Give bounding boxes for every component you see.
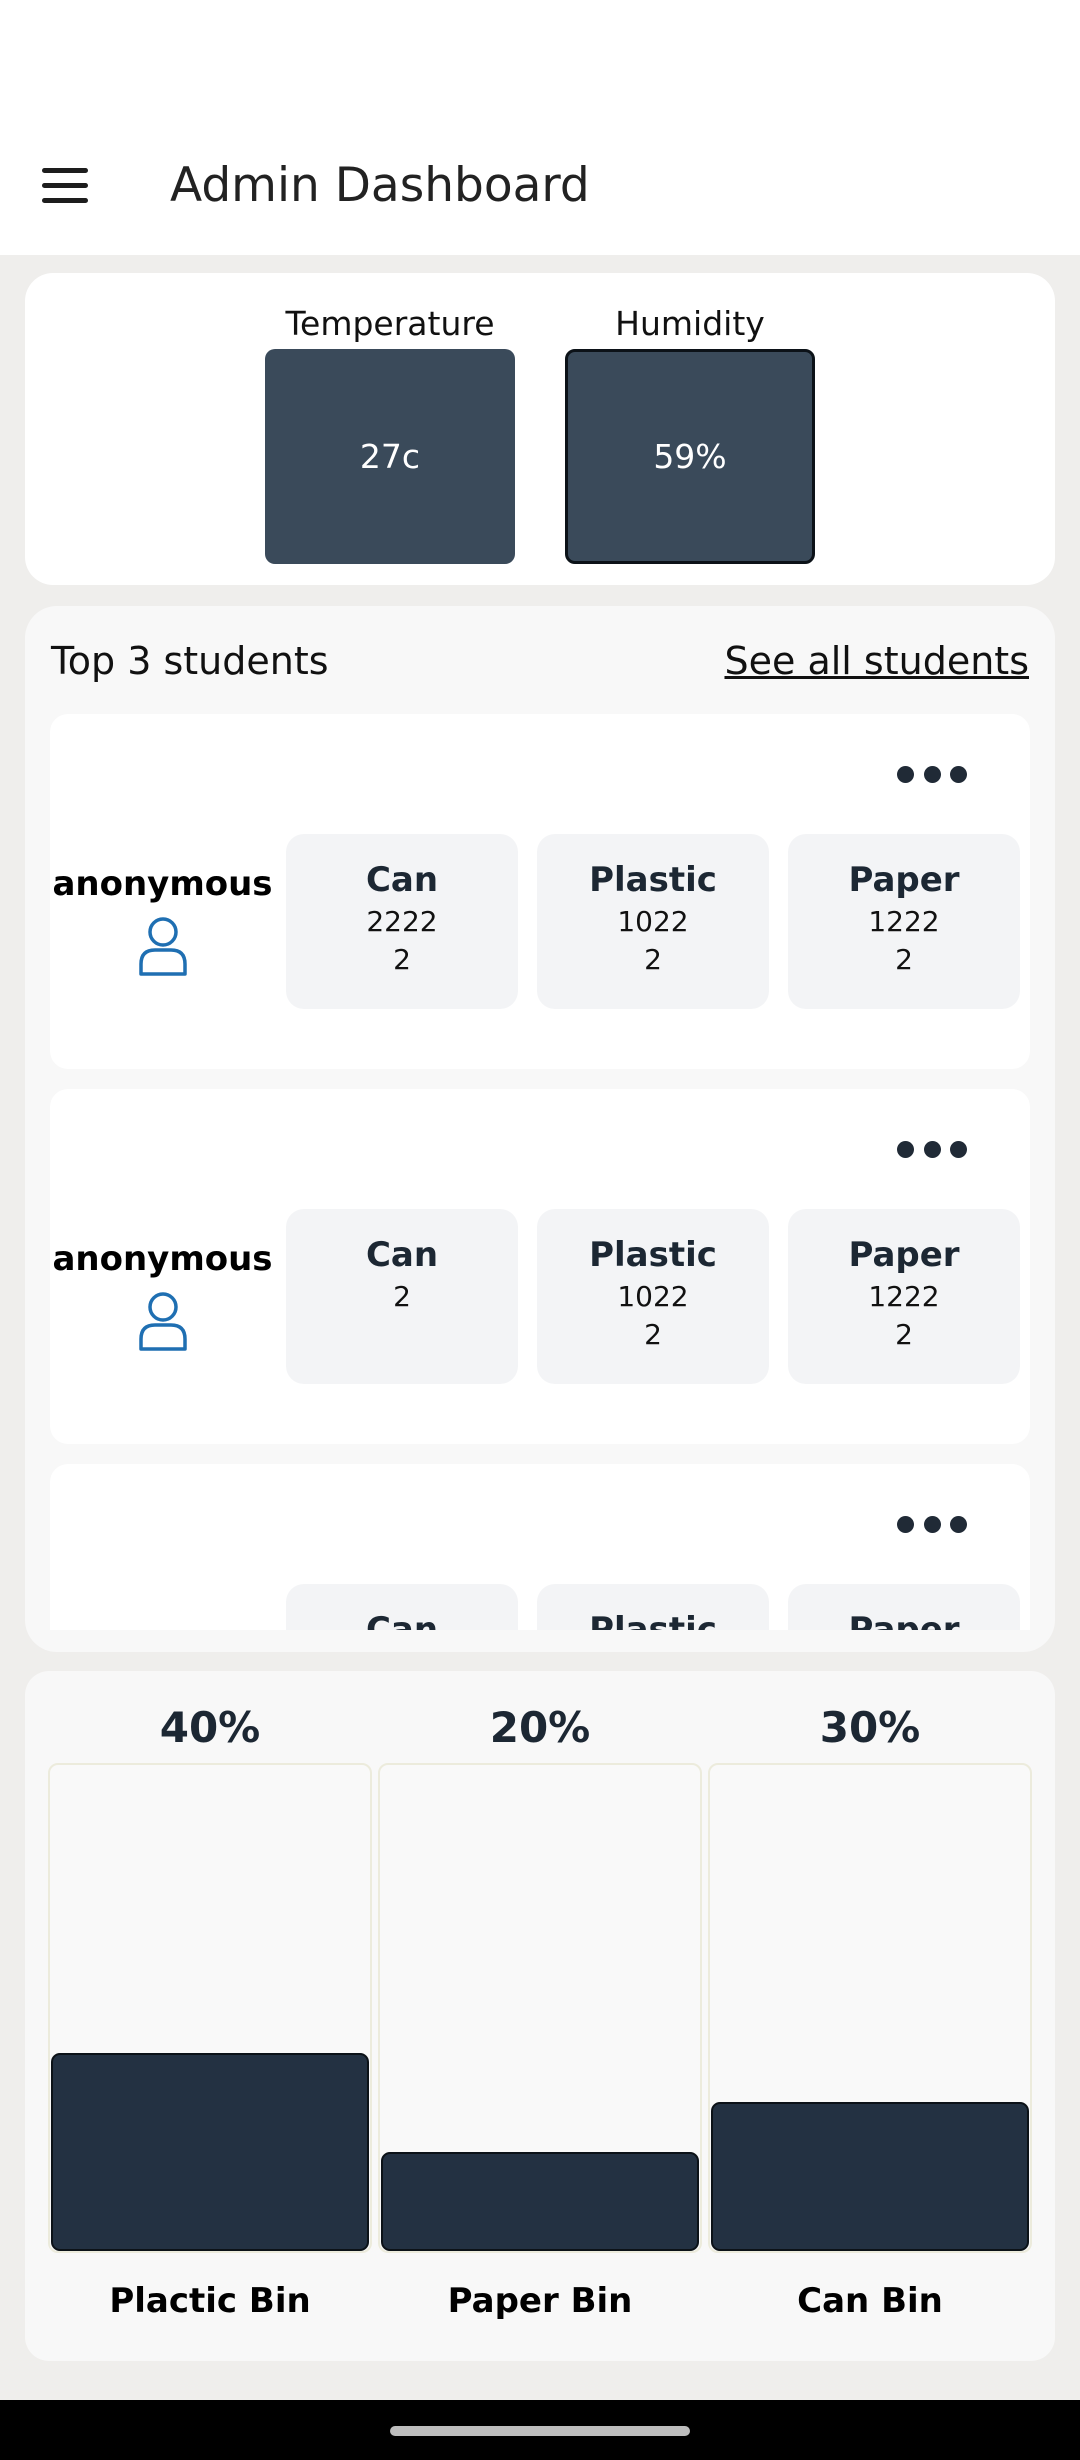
see-all-students-link[interactable]: See all students: [724, 639, 1029, 683]
stat-title: Paper: [848, 1235, 960, 1275]
more-options-icon[interactable]: [897, 1514, 967, 1534]
stat-count: 2: [895, 1318, 913, 1351]
bin-level-fill: [381, 2152, 699, 2251]
plastic-stat-box: Plastic: [537, 1584, 769, 1630]
stat-value: 1222: [868, 1280, 940, 1313]
humidity-widget: Humidity 59%: [565, 303, 815, 564]
bin-level-fill: [711, 2102, 1029, 2251]
home-gesture-handle[interactable]: [390, 2426, 690, 2436]
temperature-widget: Temperature 27c: [265, 303, 515, 564]
hamburger-menu-icon[interactable]: [40, 168, 90, 204]
stat-count: 2: [393, 943, 411, 976]
plastic-stat-box: Plastic 1022 2: [537, 1209, 769, 1384]
bin-level-track: [708, 1763, 1032, 2253]
stat-title: Can: [365, 1235, 439, 1275]
stat-value: 2222: [366, 905, 438, 938]
more-options-icon[interactable]: [897, 764, 967, 784]
top-students-card: Top 3 students See all students anonymou…: [25, 606, 1055, 1652]
bin-level-track: [378, 1763, 702, 2253]
stat-title: Plastic: [589, 1610, 717, 1630]
stat-value: 2: [393, 1280, 411, 1313]
user-icon: [137, 916, 189, 982]
temperature-value-tile: 27c: [265, 349, 515, 564]
stat-title: Can: [365, 860, 439, 900]
stat-title: Paper: [848, 860, 960, 900]
student-name: anonymous: [52, 864, 273, 904]
humidity-label: Humidity: [615, 304, 765, 343]
user-icon: [137, 1291, 189, 1357]
student-row: Can Plastic Paper: [50, 1464, 1030, 1630]
can-stat-box: Can 2: [286, 1209, 518, 1384]
more-options-icon[interactable]: [897, 1139, 967, 1159]
plastic-stat-box: Plastic 1022 2: [537, 834, 769, 1009]
bin-percent: 40%: [159, 1703, 261, 1752]
temperature-value: 27c: [359, 437, 421, 476]
stat-title: Plastic: [589, 860, 717, 900]
bin-label: Can Bin: [797, 2281, 943, 2321]
paper-stat-box: Paper 1222 2: [788, 834, 1020, 1009]
page-title: Admin Dashboard: [170, 158, 590, 213]
paper-stat-box: Paper 1222 2: [788, 1209, 1020, 1384]
student-name: anonymous: [52, 1239, 273, 1279]
stat-value: 1022: [617, 905, 689, 938]
system-navigation-bar: [0, 2400, 1080, 2460]
bin-level-track: [48, 1763, 372, 2253]
bin-percent: 20%: [489, 1703, 591, 1752]
stat-title: Can: [365, 1610, 439, 1630]
top-students-title: Top 3 students: [51, 639, 329, 683]
humidity-value-tile: 59%: [565, 349, 815, 564]
environment-card: Temperature 27c Humidity 59%: [25, 273, 1055, 585]
stat-count: 2: [895, 943, 913, 976]
student-identity: anonymous: [50, 1239, 275, 1357]
stat-title: Paper: [848, 1610, 960, 1630]
app-bar: Admin Dashboard: [0, 0, 1080, 255]
can-stat-box: Can 2222 2: [286, 834, 518, 1009]
bin-label: Paper Bin: [447, 2281, 633, 2321]
temperature-label: Temperature: [285, 304, 495, 343]
stat-value: 1222: [868, 905, 940, 938]
stat-count: 2: [644, 943, 662, 976]
student-row: anonymous Can 2222 2 Plastic 1022 2 Pape…: [50, 714, 1030, 1069]
student-list[interactable]: anonymous Can 2222 2 Plastic 1022 2 Pape…: [50, 714, 1030, 1630]
bin-level-fill: [51, 2053, 369, 2251]
paper-stat-box: Paper: [788, 1584, 1020, 1630]
stat-title: Plastic: [589, 1235, 717, 1275]
stat-value: 1022: [617, 1280, 689, 1313]
bin-percent: 30%: [819, 1703, 921, 1752]
stat-count: 2: [644, 1318, 662, 1351]
can-stat-box: Can: [286, 1584, 518, 1630]
student-identity: anonymous: [50, 864, 275, 982]
bin-label: Plactic Bin: [109, 2281, 311, 2321]
bin-levels-card: 40% Plactic Bin 20% Paper Bin 30% Can Bi…: [25, 1671, 1055, 2361]
humidity-value: 59%: [653, 437, 727, 476]
student-row: anonymous Can 2 Plastic 1022 2 Paper 122…: [50, 1089, 1030, 1444]
